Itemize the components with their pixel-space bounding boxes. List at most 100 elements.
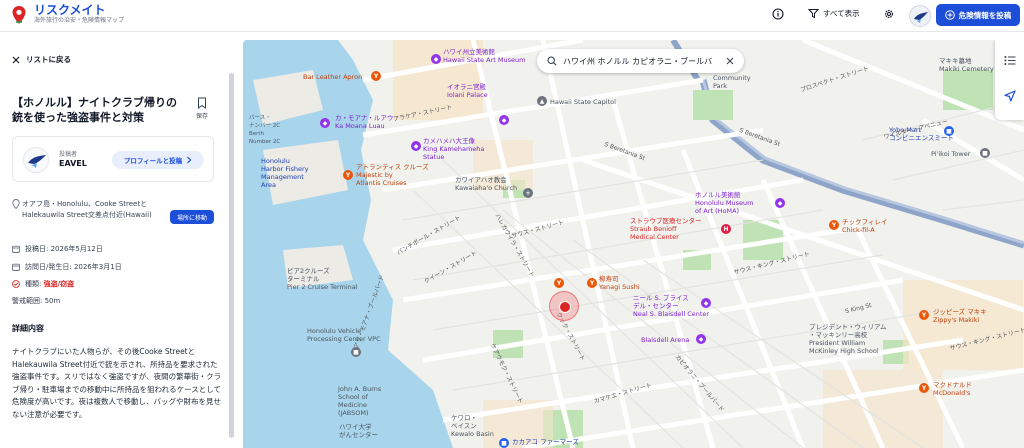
museum-icon[interactable]: ◆ [431,54,441,64]
author-card: 投稿者 EAVEL プロフィールと投稿 [12,136,214,182]
map-label-vehicle-center[interactable]: Honolulu Vehicle Processing Center VPC [307,327,381,343]
venue-icon[interactable]: ◆ [701,298,711,308]
location-info: オアフ島・Honolulu、Cooke StreetとHalekauwila S… [12,199,172,221]
user-avatar[interactable] [909,5,931,27]
panel-scrollbar[interactable] [229,73,234,438]
map-search-box[interactable]: ハワイ州 ホノルル カピオラニ・ブールバ [537,49,744,73]
hospital-icon[interactable]: H [721,224,731,234]
logo-pin-icon[interactable] [12,6,26,24]
visit-date-text: 訪問日/発生日: 2026年3月1日 [25,263,122,271]
fastfood-icon[interactable]: Y [919,383,929,393]
tower-icon[interactable]: ■ [980,148,990,158]
filter-icon [808,9,819,19]
location-pin-icon [12,199,20,209]
map-label-yanagi-sushi[interactable]: 柳寿司 Yanagi Sushi [599,275,640,291]
map-view[interactable]: ハワイ州立美術館 Hawaii State Art Museum ◆ Bar L… [243,40,1024,448]
calendar-icon [12,263,20,271]
search-input[interactable]: ハワイ州 ホノルル カピオラニ・ブールバ [563,56,720,67]
posted-date-text: 投稿日: 2026年5月12日 [25,245,103,253]
chevron-right-icon [187,156,192,164]
map-label-makiki-cemetery[interactable]: マキキ墓地 Makiki Cemetery [939,57,994,73]
back-label: リストに戻る [26,55,71,64]
map-label-state-art-museum[interactable]: ハワイ州立美術館 Hawaii State Art Museum [443,48,525,64]
church-icon[interactable]: + [523,188,533,198]
brand-tagline: 海外旅行の治安・危険情報マップ [34,17,125,24]
move-to-location-button[interactable]: 場所に移動 [170,210,214,224]
settings-button[interactable] [883,8,895,20]
report-danger-button[interactable]: 危険情報を投稿 [936,4,1020,26]
navigation-arrow-icon [1003,89,1016,102]
bar-icon[interactable]: Y [371,71,381,81]
detail-panel: リストに戻る 【ホノルル】ナイトクラブ帰りの銃を使った強盗事件と対策 保存 投稿… [0,33,236,448]
profile-and-posts-button[interactable]: プロフィールと投稿 [112,151,204,169]
show-all-label: すべて表示 [823,9,860,18]
map-label-honolulu-museum[interactable]: ホノルル美術館 Honolulu Museum of Art (HoMA) [695,191,753,215]
back-to-list-button[interactable]: リストに戻る [12,54,71,65]
info-icon [772,8,784,20]
cruise-icon[interactable]: Y [343,170,353,180]
calendar-icon [12,245,20,253]
search-icon [547,56,557,66]
map-label-atlantis-cruises[interactable]: アトランティス クルーズ Majestic by Atlantis Cruise… [356,163,429,187]
map-label-berth-2c[interactable]: バース・ ナンバー 2C Berth Number 2C [249,114,280,146]
bird-avatar-icon [28,155,46,168]
arena-icon[interactable]: ◆ [696,334,706,344]
map-label-ka-moana-luau[interactable]: カ・モアナ・ルアウ Ka Moana Luau [335,114,393,130]
alert-range-text: 警戒範囲: 50m [12,297,61,305]
diner-icon[interactable]: Y [919,310,929,320]
brand[interactable]: リスクメイト 海外旅行の治安・危険情報マップ [34,3,124,25]
map-label-state-capitol[interactable]: Hawaii State Capitol [550,98,616,106]
shop-icon[interactable]: ■ [944,126,954,136]
art-museum-icon[interactable]: ◆ [775,198,785,208]
map-label-cancer-center[interactable]: ハワイ大学 がんセンター [339,423,378,439]
top-header: リスクメイト 海外旅行の治安・危険情報マップ すべて表示 危険情報を投稿 [0,0,1024,32]
info-button[interactable] [772,8,784,20]
author-avatar[interactable] [23,147,49,173]
luau-icon[interactable]: ◆ [320,118,330,128]
transit-icon[interactable]: ■ [499,438,509,448]
details-section-title: 詳細内容 [12,324,44,333]
landmark-icon[interactable]: ◆ [499,115,509,125]
clear-search-icon[interactable] [726,57,734,65]
map-tools [995,40,1024,120]
bookmark-icon [198,97,206,109]
check-circle-icon [12,280,20,288]
incident-description: ナイトクラブにいた人物らが、その後Cooke StreetとHalekauwil… [12,347,222,419]
map-label-blaisdell-arena[interactable]: Blaisdell Arena [641,336,689,344]
map-label-kamehameha-statue[interactable]: カメハメハ大王像 King Kamehameha Statue [423,137,484,161]
map-label-straub-medical[interactable]: ストラウブ医療センター Straub Benioff Medical Cente… [630,217,702,241]
app-root: リスクメイト 海外旅行の治安・危険情報マップ すべて表示 危険情報を投稿 リスト… [0,0,1024,448]
incident-title: 【ホノルル】ナイトクラブ帰りの銃を使った強盗事件と対策 [12,96,177,124]
restaurant-icon[interactable]: Y [554,278,564,288]
capitol-icon[interactable]: ▲ [537,96,547,106]
alert-range: 警戒範囲: 50m [12,296,60,306]
save-button[interactable]: 保存 [192,97,212,120]
map-label-kawaiahao-church[interactable]: カワイアハオ教会 Kawaiaha'o Church [455,176,517,192]
show-all-filter-button[interactable]: すべて表示 [808,8,860,19]
posted-date: 投稿日: 2026年5月12日 [12,244,103,254]
map-label-community-park[interactable]: Community Park [713,74,751,90]
map-label-pier2[interactable]: ピア2クルーズ ターミナル Pier 2 Cruise Terminal [287,267,358,291]
map-label-chick-fil-a[interactable]: チックフィレイ Chick-fil-A [842,218,887,234]
list-icon [1003,56,1015,65]
author-label: 投稿者 [59,151,78,158]
map-label-zippys[interactable]: ジッピーズ マキキ Zippy's Makiki [933,308,987,324]
map-label-kewalo-basin[interactable]: ケワロ・ ベイスン Kewalo Basin [451,414,494,438]
map-label-iolani-palace[interactable]: イオラニ宮殿 Iolani Palace [447,83,488,99]
map-label-piikoi-tower[interactable]: Pi'ikoi Tower [931,150,970,158]
incident-marker[interactable] [549,291,579,321]
list-toggle-button[interactable] [1002,53,1017,68]
map-label-jabsom[interactable]: John A. Burns School of Medicine (JABSOM… [338,385,381,417]
map-label-harbor-fishery[interactable]: Honolulu Harbor Fishery Management Area [261,157,308,189]
statue-icon[interactable]: ◆ [411,141,421,151]
map-label-neal-blaisdell[interactable]: ニール S. ブライス デル・センター Neal S. Blaisdell Ce… [633,294,709,318]
map-label-bar-leather-apron[interactable]: Bar Leather Apron [303,73,362,81]
map-label-mcdonalds[interactable]: マクドナルド McDonald's [933,381,972,397]
restaurant-icon[interactable]: Y [829,220,839,230]
map-label-kakaako-farmers[interactable]: カカアコ ファーマーズ [512,438,579,446]
map-label-mckinley-high[interactable]: プレジデント・ウィリアム ・マッキンリー高校 President William… [809,323,887,355]
locate-me-button[interactable] [1002,88,1017,103]
incident-type: 種類: 強盗/窃盗 [12,279,74,289]
save-label: 保存 [195,113,208,120]
sushi-icon[interactable]: Y [587,278,597,288]
